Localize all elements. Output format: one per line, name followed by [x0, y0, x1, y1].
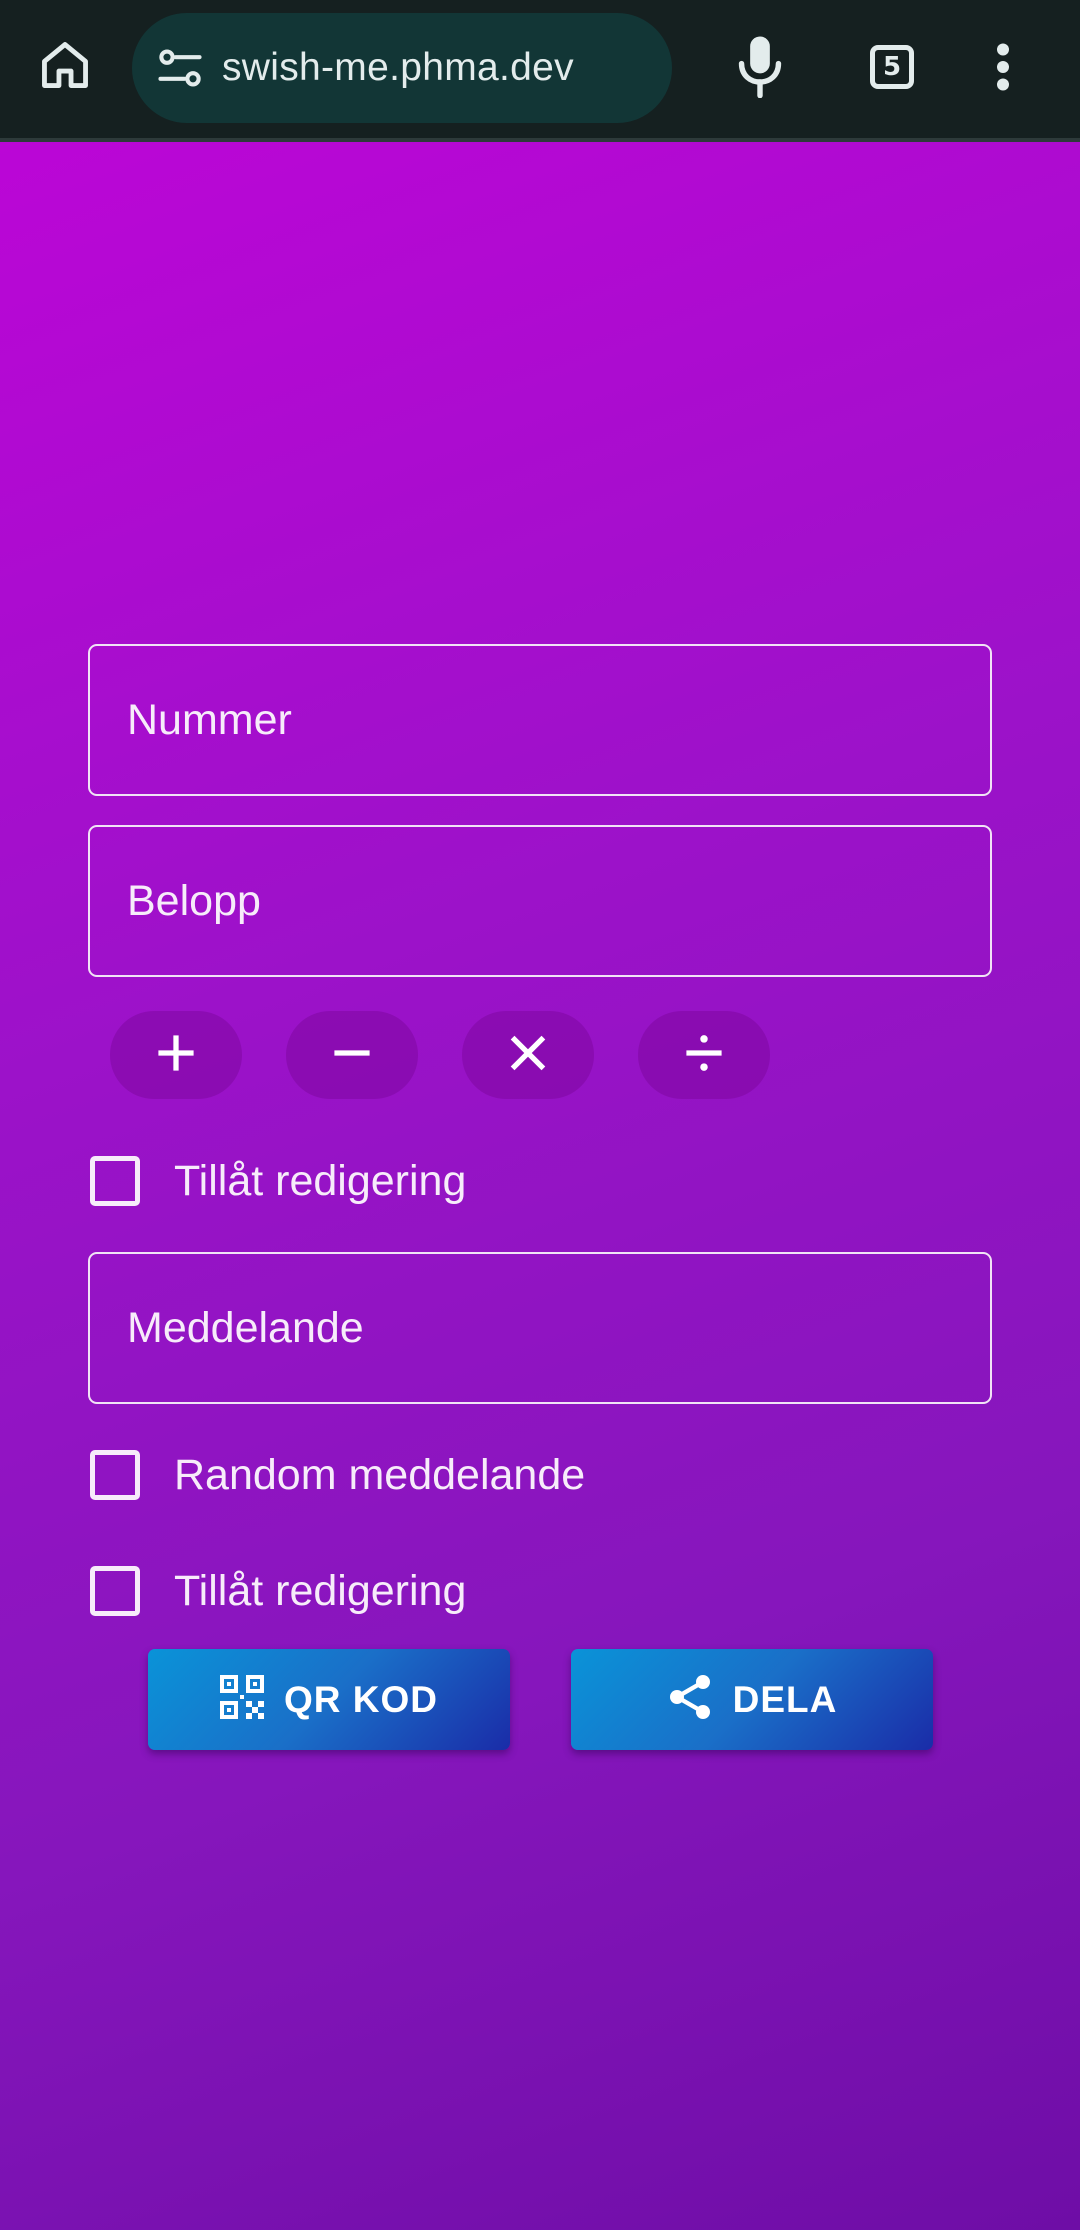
home-icon [36, 36, 94, 99]
tab-count: 5 [870, 45, 914, 89]
browser-toolbar: swish-me.phma.dev 5 [0, 0, 1080, 142]
minus-icon [330, 1031, 374, 1080]
url-text[interactable]: swish-me.phma.dev [222, 46, 574, 90]
tune-icon[interactable] [152, 40, 208, 96]
divide-icon [682, 1031, 726, 1080]
qr-code-button-label: QR KOD [284, 1678, 438, 1720]
edit-message-checkbox-box[interactable] [90, 1566, 140, 1616]
share-button-label: DELA [732, 1678, 838, 1720]
message-field-label: Meddelande [127, 1303, 364, 1352]
multiply-button[interactable] [462, 1011, 594, 1099]
voice-search-button[interactable] [725, 30, 795, 106]
home-button[interactable] [30, 32, 100, 102]
share-icon [667, 1673, 713, 1726]
random-message-checkbox-label[interactable]: Random meddelande [174, 1451, 585, 1500]
message-field[interactable]: Meddelande [88, 1252, 992, 1404]
number-field-label: Nummer [127, 695, 292, 744]
add-button[interactable] [110, 1011, 242, 1099]
number-field[interactable]: Nummer [88, 644, 992, 796]
qr-code-button[interactable]: QR KOD [148, 1649, 510, 1750]
tab-switcher-button[interactable]: 5 [866, 40, 918, 94]
random-message-checkbox-box[interactable] [90, 1450, 140, 1500]
plus-icon [154, 1031, 198, 1080]
browser-menu-button[interactable] [976, 36, 1030, 102]
edit-message-checkbox[interactable]: Tillåt redigering [90, 1561, 466, 1621]
edit-amount-checkbox-box[interactable] [90, 1156, 140, 1206]
divide-button[interactable] [638, 1011, 770, 1099]
mic-icon [735, 34, 785, 103]
edit-amount-checkbox[interactable]: Tillåt redigering [90, 1151, 466, 1211]
multiply-icon [506, 1031, 550, 1080]
more-vert-icon [993, 42, 1013, 97]
qr-code-icon [220, 1675, 264, 1724]
amount-field[interactable]: Belopp [88, 825, 992, 977]
page-content: Nummer Belopp Tillåt redigering Meddelan… [0, 142, 1080, 2230]
address-bar[interactable]: swish-me.phma.dev [132, 13, 672, 123]
edit-message-checkbox-label[interactable]: Tillåt redigering [174, 1567, 466, 1616]
random-message-checkbox[interactable]: Random meddelande [90, 1445, 585, 1505]
share-button[interactable]: DELA [571, 1649, 933, 1750]
edit-amount-checkbox-label[interactable]: Tillåt redigering [174, 1157, 466, 1206]
subtract-button[interactable] [286, 1011, 418, 1099]
amount-field-label: Belopp [127, 876, 261, 925]
